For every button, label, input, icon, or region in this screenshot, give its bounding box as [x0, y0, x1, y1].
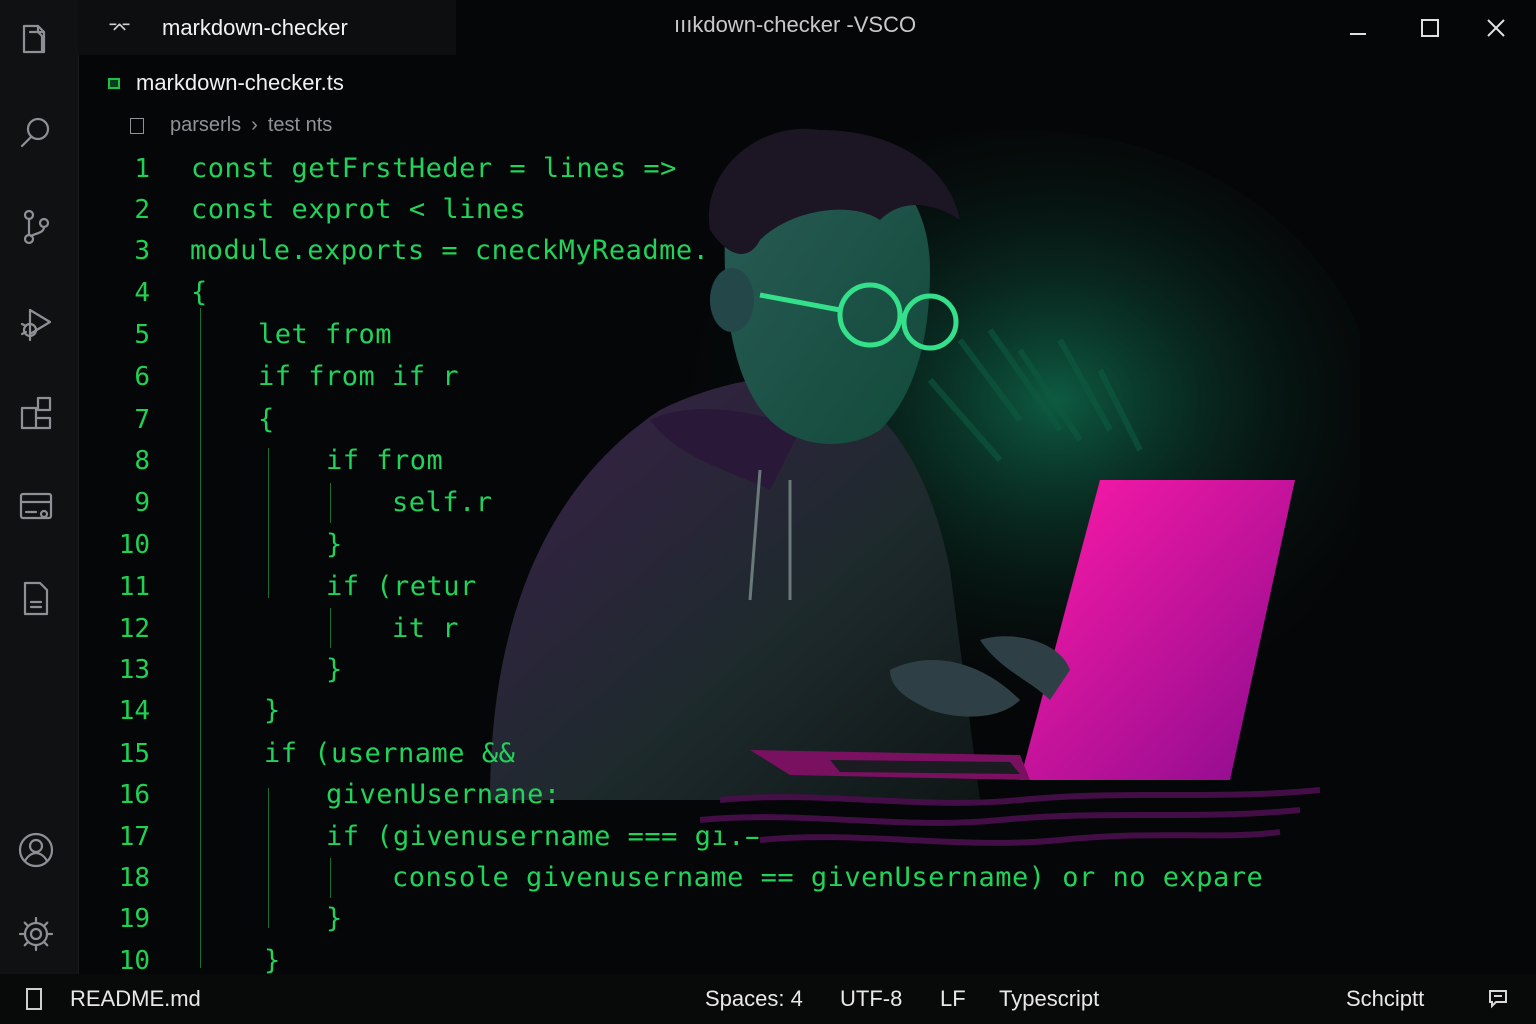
- code-line: 17 if (givenusername === gı.̵: [118, 821, 762, 852]
- maximize-icon: [1421, 19, 1439, 37]
- window-tab-label: markdown-checker: [162, 14, 348, 40]
- title-bar: ⌤ markdown-checker ıııkdown-checker -VSC…: [78, 0, 1536, 55]
- code-line: 19}: [118, 903, 343, 934]
- status-bar: README.md Spaces: 4 UTF-8 LF Typescript …: [0, 974, 1536, 1024]
- minimize-button[interactable]: [1340, 10, 1376, 46]
- typescript-file-icon: [108, 77, 120, 89]
- file-icon: [26, 988, 42, 1010]
- code-line: 10}: [118, 529, 343, 560]
- code-line: 1 const getFrstHeder = lines =>: [134, 153, 677, 184]
- activity-bar: [0, 0, 79, 974]
- settings-gear-icon[interactable]: [14, 912, 58, 956]
- run-debug-icon[interactable]: [14, 300, 58, 344]
- window-tab[interactable]: ⌤ markdown-checker: [78, 0, 456, 55]
- window-title: ıııkdown-checker -VSCO: [674, 12, 917, 37]
- code-line: 15 if (username &&: [118, 738, 516, 769]
- breadcrumb-item[interactable]: parserls: [170, 114, 241, 137]
- explorer-icon[interactable]: [14, 16, 58, 60]
- status-eol[interactable]: LF: [940, 986, 966, 1012]
- code-line: 7{: [134, 404, 275, 435]
- editor-file-tab[interactable]: markdown-checker.ts: [108, 66, 344, 100]
- status-extra[interactable]: Schciptt: [1346, 986, 1424, 1012]
- code-line: 2 const exprot < lines: [134, 194, 527, 225]
- code-line: 16 givenUsernane:: [118, 779, 561, 810]
- close-button[interactable]: [1478, 10, 1514, 46]
- developer-illustration: [490, 128, 1360, 846]
- code-line: 14}: [118, 695, 281, 726]
- remote-explorer-icon[interactable]: [14, 484, 58, 528]
- document-icon[interactable]: [14, 576, 58, 620]
- source-control-icon[interactable]: [14, 204, 58, 248]
- search-icon[interactable]: [14, 110, 58, 154]
- code-line: 4{: [134, 277, 208, 308]
- close-icon: [1487, 19, 1505, 37]
- breadcrumb-item[interactable]: test nts: [268, 114, 332, 137]
- status-file[interactable]: README.md: [70, 986, 201, 1012]
- extensions-icon[interactable]: [14, 392, 58, 436]
- minimize-icon: [1350, 33, 1366, 35]
- chevron-right-icon: ›: [251, 114, 258, 136]
- status-language[interactable]: Typescript: [999, 986, 1099, 1012]
- breadcrumb: parserls › test nts: [130, 114, 332, 137]
- code-line: 5 let from: [134, 319, 393, 350]
- code-line: 6 if from if r: [134, 361, 460, 392]
- status-encoding[interactable]: UTF-8: [840, 986, 902, 1012]
- editor-file-tab-label: markdown-checker.ts: [136, 70, 344, 95]
- code-line: 9 self.r: [134, 487, 493, 518]
- account-icon[interactable]: [14, 828, 58, 872]
- code-line: 12 it r: [118, 613, 460, 644]
- code-line: 11 if (retur: [118, 571, 477, 602]
- code-line: 18 console givenusername == givenUsername…: [118, 862, 1264, 893]
- file-icon: [130, 117, 144, 134]
- status-spaces[interactable]: Spaces: 4: [705, 986, 803, 1012]
- folder-tab-icon: ⌤: [108, 15, 132, 40]
- maximize-button[interactable]: [1412, 10, 1448, 46]
- code-line: 3 module.exports = cneckMyReadme.: [134, 235, 710, 266]
- code-line: 13}: [118, 654, 343, 685]
- code-line: 8 if from: [134, 445, 444, 476]
- feedback-icon[interactable]: [1486, 987, 1510, 1017]
